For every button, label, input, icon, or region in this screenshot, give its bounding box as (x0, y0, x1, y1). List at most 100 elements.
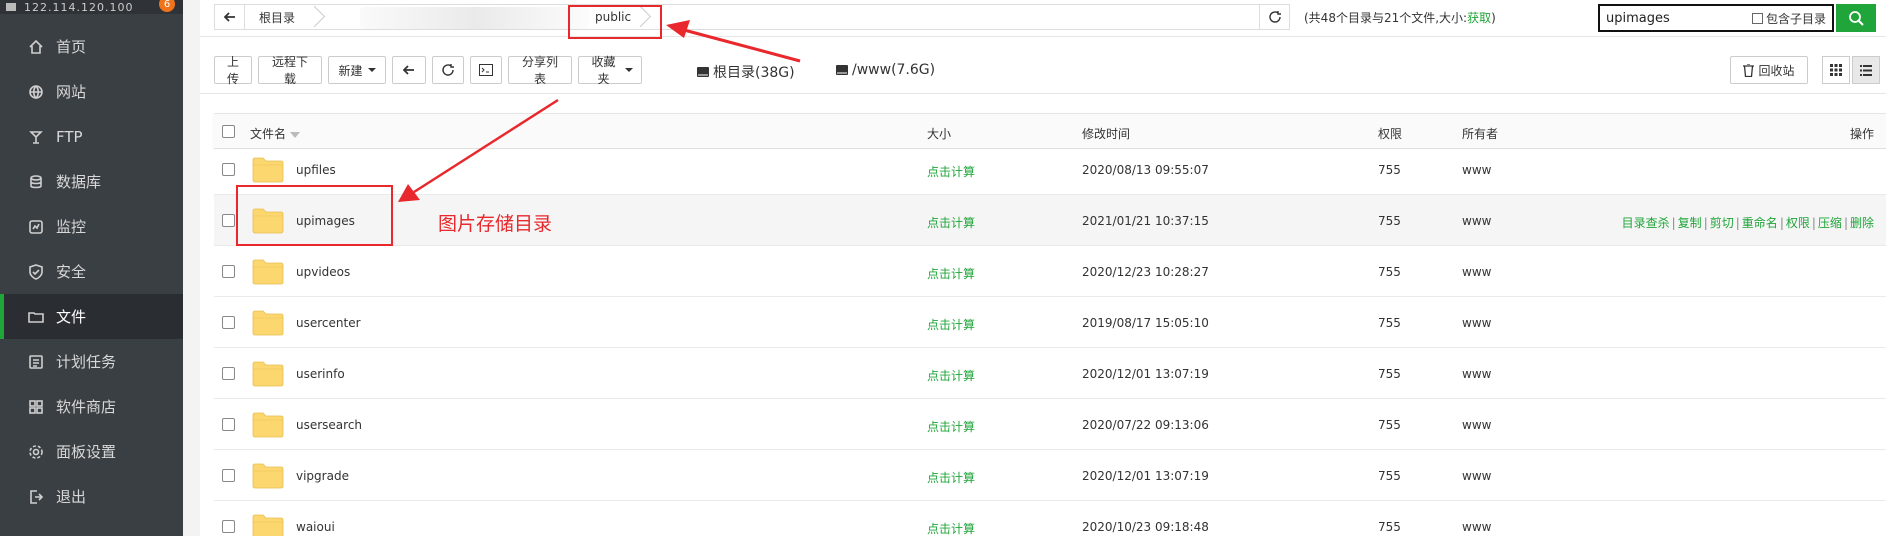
terminal-button[interactable] (470, 56, 502, 84)
table-row[interactable]: waioui 点击计算 2020/10/23 09:18:48 755 www (214, 501, 1886, 536)
favorites-button[interactable]: 收藏夹 (578, 55, 642, 86)
row-checkbox[interactable] (222, 367, 235, 380)
back-button[interactable] (215, 5, 245, 29)
remote-download-button[interactable]: 远程下载 (258, 55, 322, 86)
search-button[interactable] (1836, 4, 1876, 32)
permission[interactable]: 755 (1378, 214, 1401, 228)
folder-icon (252, 310, 284, 336)
new-button[interactable]: 新建 (328, 56, 386, 84)
file-manager: 根目录 public (共48个目录与21个文件,大小:获取) 包含子目录 上传… (200, 0, 1886, 536)
sidebar-item-settings[interactable]: 面板设置 (0, 429, 183, 474)
recycle-bin-button[interactable]: 回收站 (1730, 56, 1808, 84)
file-name[interactable]: upvideos (296, 265, 350, 279)
permission[interactable]: 755 (1378, 520, 1401, 534)
refresh-button[interactable] (432, 56, 464, 84)
notification-badge[interactable]: 6 (159, 0, 175, 12)
row-checkbox[interactable] (222, 265, 235, 278)
file-name[interactable]: vipgrade (296, 469, 349, 483)
table-row[interactable]: usercenter 点击计算 2019/08/17 15:05:10 755 www (214, 297, 1886, 348)
ops-separator: | (1811, 216, 1816, 230)
modified-time: 2020/10/23 09:18:48 (1082, 520, 1209, 534)
size-calc-link[interactable]: 点击计算 (927, 265, 975, 282)
size-calc-link[interactable]: 点击计算 (927, 316, 975, 333)
disk-www[interactable]: /www(7.6G) (836, 62, 935, 78)
share-list-button[interactable]: 分享列表 (508, 55, 572, 86)
file-name[interactable]: usersearch (296, 418, 362, 432)
file-name[interactable]: userinfo (296, 367, 345, 381)
size-calc-link[interactable]: 点击计算 (927, 367, 975, 384)
row-checkbox[interactable] (222, 469, 235, 482)
back-dir-button[interactable] (392, 56, 426, 84)
size-calc-link[interactable]: 点击计算 (927, 418, 975, 435)
sidebar-item-website[interactable]: 网站 (0, 69, 183, 114)
table-row[interactable]: upfiles 点击计算 2020/08/13 09:55:07 755 www (214, 149, 1886, 195)
blurred-path-segment (360, 7, 590, 29)
size-calc-link[interactable]: 点击计算 (927, 214, 975, 231)
row-op-link[interactable]: 复制 (1678, 216, 1702, 230)
owner: www (1462, 520, 1492, 534)
include-subdir-option[interactable]: 包含子目录 (1752, 10, 1826, 27)
row-op-link[interactable]: 压缩 (1818, 216, 1842, 230)
crumb-root[interactable]: 根目录 (245, 5, 309, 29)
sidebar-item-monitor[interactable]: 监控 (0, 204, 183, 249)
sidebar-item-label: 文件 (56, 308, 87, 326)
row-op-link[interactable]: 重命名 (1742, 216, 1778, 230)
row-op-link[interactable]: 目录查杀 (1622, 216, 1670, 230)
sidebar-item-cron[interactable]: 计划任务 (0, 339, 183, 384)
permission[interactable]: 755 (1378, 316, 1401, 330)
sidebar-item-home[interactable]: 首页 (0, 24, 183, 69)
permission[interactable]: 755 (1378, 418, 1401, 432)
table-row[interactable]: vipgrade 点击计算 2020/12/01 13:07:19 755 www (214, 450, 1886, 501)
permission[interactable]: 755 (1378, 367, 1401, 381)
shield-icon (28, 263, 44, 280)
disk-root[interactable]: 根目录(38G) (697, 62, 795, 82)
row-op-link[interactable]: 剪切 (1710, 216, 1734, 230)
select-all-checkbox[interactable] (222, 125, 235, 138)
search-input[interactable] (1600, 7, 1750, 29)
table-row[interactable]: usersearch 点击计算 2020/07/22 09:13:06 755 www (214, 399, 1886, 450)
file-name[interactable]: usercenter (296, 316, 361, 330)
sidebar-item-label: 安全 (56, 263, 87, 281)
row-checkbox[interactable] (222, 214, 235, 227)
permission[interactable]: 755 (1378, 265, 1401, 279)
server-ip: 122.114.120.100 (24, 0, 134, 14)
search-icon (1849, 11, 1864, 26)
refresh-icon (1268, 11, 1281, 23)
row-checkbox[interactable] (222, 316, 235, 329)
sidebar-item-logout[interactable]: 退出 (0, 474, 183, 519)
ftp-icon (28, 129, 44, 145)
file-list: upfiles 点击计算 2020/08/13 09:55:07 755 www upim… (214, 149, 1886, 536)
grid-view-button[interactable] (1822, 56, 1850, 84)
file-name[interactable]: waioui (296, 520, 335, 534)
sidebar-item-database[interactable]: 数据库 (0, 159, 183, 204)
column-header-mtime[interactable]: 修改时间 (1082, 125, 1130, 142)
sidebar-item-files[interactable]: 文件 (0, 294, 183, 339)
row-checkbox[interactable] (222, 520, 235, 533)
get-size-link[interactable]: 获取 (1467, 11, 1491, 25)
row-checkbox[interactable] (222, 418, 235, 431)
size-calc-link[interactable]: 点击计算 (927, 469, 975, 486)
permission[interactable]: 755 (1378, 469, 1401, 483)
column-header-name[interactable]: 文件名 (250, 125, 301, 142)
sidebar-item-ftp[interactable]: FTP (0, 114, 183, 159)
sidebar-item-security[interactable]: 安全 (0, 249, 183, 294)
sidebar-item-store[interactable]: 软件商店 (0, 384, 183, 429)
include-subdir-checkbox[interactable] (1752, 12, 1763, 24)
upload-button[interactable]: 上传 (214, 55, 252, 86)
size-calc-link[interactable]: 点击计算 (927, 520, 975, 536)
sidebar-item-label: 网站 (56, 83, 87, 101)
file-name[interactable]: upfiles (296, 163, 336, 177)
row-op-link[interactable]: 权限 (1786, 216, 1810, 230)
column-header-size[interactable]: 大小 (927, 125, 951, 142)
list-view-button[interactable] (1852, 56, 1880, 84)
owner: www (1462, 214, 1492, 228)
row-op-link[interactable]: 删除 (1850, 216, 1874, 230)
size-calc-link[interactable]: 点击计算 (927, 163, 975, 180)
table-row[interactable]: userinfo 点击计算 2020/12/01 13:07:19 755 www (214, 348, 1886, 399)
permission[interactable]: 755 (1378, 163, 1401, 177)
row-checkbox[interactable] (222, 163, 235, 176)
path-bar[interactable]: 根目录 public (214, 4, 1290, 30)
disk-www-label: /www(7.6G) (852, 62, 936, 78)
refresh-path-button[interactable] (1259, 5, 1289, 29)
table-row[interactable]: upvideos 点击计算 2020/12/23 10:28:27 755 www (214, 246, 1886, 297)
